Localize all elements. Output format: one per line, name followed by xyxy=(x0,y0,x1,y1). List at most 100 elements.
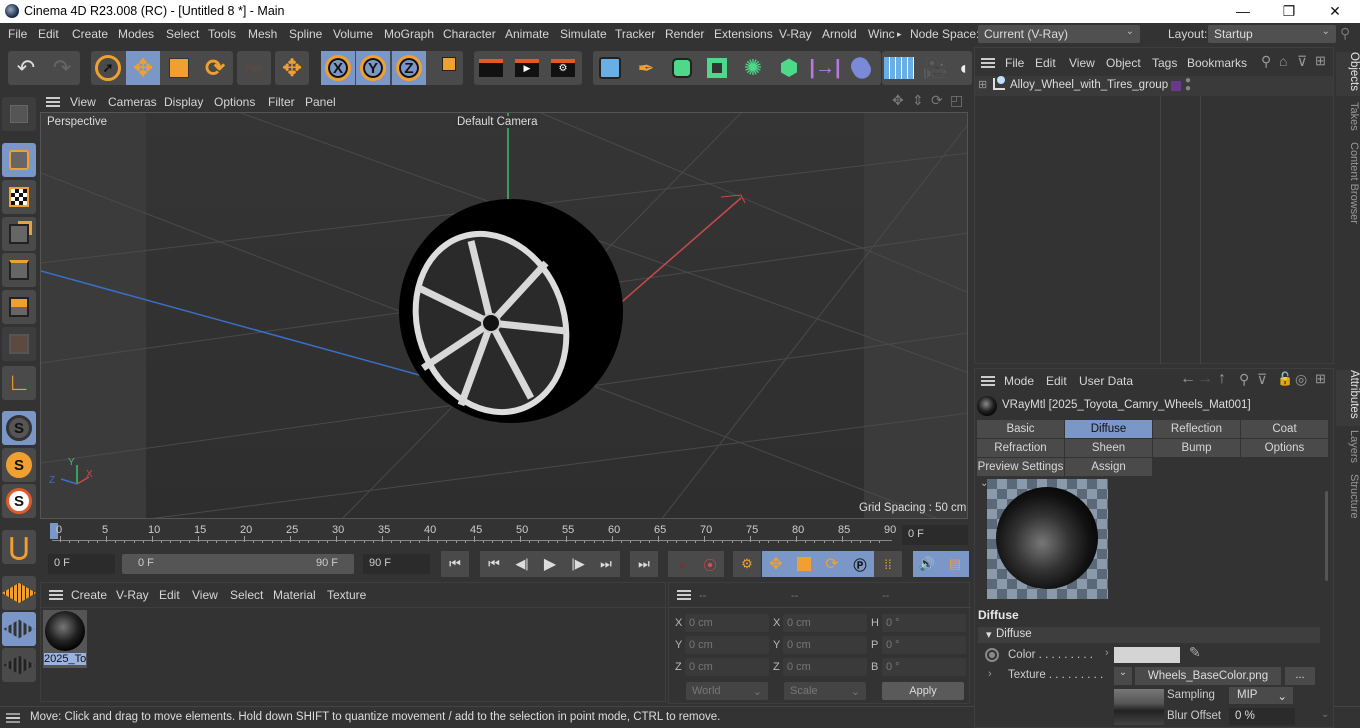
pos-y-field[interactable]: 0 cm xyxy=(685,636,769,654)
menu-animate[interactable]: Animate xyxy=(505,27,549,41)
filter-icon[interactable]: ⊽ xyxy=(1297,53,1307,70)
tab-sheen[interactable]: Sheen xyxy=(1065,439,1153,457)
new-window-icon[interactable]: ⊞ xyxy=(1315,371,1326,387)
mograph-fracture-button[interactable]: ⬢ xyxy=(772,51,806,85)
snap-button[interactable]: S xyxy=(2,411,36,445)
extrude-button[interactable] xyxy=(700,51,734,85)
go-to-last-frame-button[interactable]: ⏭ xyxy=(592,551,620,577)
material-menu-vray[interactable]: V-Ray xyxy=(116,588,149,602)
move-tool-button[interactable]: ✥ xyxy=(126,51,160,85)
menu-extensions[interactable]: Extensions xyxy=(714,27,773,41)
subdivision-surface-button[interactable] xyxy=(665,51,699,85)
objects-menu-edit[interactable]: Edit xyxy=(1035,56,1056,70)
field-button[interactable] xyxy=(844,51,878,85)
size-y-field[interactable]: 0 cm xyxy=(783,636,867,654)
menu-select[interactable]: Select xyxy=(166,27,199,41)
objects-menu-view[interactable]: View xyxy=(1069,56,1095,70)
key-rotation-button[interactable]: ⟳ xyxy=(818,551,846,577)
viewport-menu-filter[interactable]: Filter xyxy=(268,95,295,109)
points-mode-button[interactable] xyxy=(2,217,36,251)
hamburger-menu-icon[interactable] xyxy=(981,376,995,386)
camera-button[interactable]: 🎥 xyxy=(918,51,952,85)
menu-mesh[interactable]: Mesh xyxy=(248,27,277,41)
tab-basic[interactable]: Basic xyxy=(977,420,1065,438)
key-parameter-button[interactable]: Ⓟ xyxy=(846,551,874,577)
forward-arrow-icon[interactable]: → xyxy=(1197,370,1213,388)
mograph-cloner-button[interactable]: ✺ xyxy=(736,51,770,85)
layer-color-swatch[interactable] xyxy=(1171,81,1181,91)
light-button[interactable]: ◖ xyxy=(954,51,972,85)
texture-dropdown-button[interactable]: ⌄ xyxy=(1114,667,1132,685)
key-point-level-button[interactable]: ⁞⁞ xyxy=(874,551,902,577)
menu-render[interactable]: Render xyxy=(665,27,704,41)
search-icon[interactable]: ⚲ xyxy=(1261,53,1271,70)
tab-refraction[interactable]: Refraction xyxy=(977,439,1065,457)
menu-tools[interactable]: Tools xyxy=(208,27,236,41)
y-axis-lock-button[interactable]: Y xyxy=(356,51,390,85)
home-icon[interactable]: ⌂ xyxy=(1279,53,1287,69)
color-animate-radio-icon[interactable] xyxy=(985,648,999,662)
go-to-first-frame-button[interactable]: ⏮ xyxy=(480,551,508,577)
autokeying-button[interactable]: ⦿ xyxy=(696,551,724,577)
back-arrow-icon[interactable]: ← xyxy=(1180,370,1196,388)
model-mode-button[interactable] xyxy=(2,143,36,177)
axis-mode-button[interactable]: ∟ xyxy=(2,366,36,400)
target-icon[interactable]: ◎ xyxy=(1295,371,1307,388)
key-position-button[interactable]: ✥ xyxy=(762,551,790,577)
tab-options[interactable]: Options xyxy=(1241,439,1329,457)
go-to-start-button[interactable]: ⏮ xyxy=(441,551,469,577)
polygons-mode-button[interactable] xyxy=(2,290,36,324)
tab-diffuse[interactable]: Diffuse xyxy=(1065,420,1153,438)
tab-bump[interactable]: Bump xyxy=(1153,439,1241,457)
play-button[interactable]: ▶ xyxy=(536,551,564,577)
filter-icon[interactable]: ⊽ xyxy=(1257,371,1267,388)
tab-coat[interactable]: Coat xyxy=(1241,420,1329,438)
texture-browse-button[interactable]: ... xyxy=(1285,667,1315,685)
attributes-menu-user-data[interactable]: User Data xyxy=(1079,374,1133,388)
rotate-tool-button[interactable]: ⟳ xyxy=(198,51,232,85)
new-window-icon[interactable]: ⊞ xyxy=(1315,53,1326,69)
material-menu-material[interactable]: Material xyxy=(273,588,316,602)
maximize-view-icon[interactable]: ◰ xyxy=(950,92,963,109)
object-name[interactable]: Alloy_Wheel_with_Tires_group xyxy=(1010,79,1168,91)
expand-chevron-icon[interactable]: › xyxy=(988,668,992,680)
menu-overflow-arrow-icon[interactable]: ▸ xyxy=(897,29,902,40)
coordinate-system-button[interactable] xyxy=(428,51,462,85)
transform-tool-button[interactable]: ✥ xyxy=(275,51,309,85)
menu-modes[interactable]: Modes xyxy=(118,27,154,41)
locked-workplane-button[interactable] xyxy=(2,612,36,646)
visibility-dots-icon[interactable]: ● ● xyxy=(1185,76,1191,94)
previous-frame-button[interactable]: ◀| xyxy=(508,551,536,577)
menu-tracker[interactable]: Tracker xyxy=(615,27,655,41)
viewport-menu-options[interactable]: Options xyxy=(214,95,255,109)
object-row[interactable]: ⊞ Alloy_Wheel_with_Tires_group ● ● xyxy=(975,76,1333,96)
go-to-end-button[interactable]: ⏭ xyxy=(630,551,658,577)
tab-takes[interactable]: Takes xyxy=(1336,102,1360,138)
next-frame-button[interactable]: |▶ xyxy=(564,551,592,577)
sampling-dropdown[interactable]: MIP ⌄ xyxy=(1229,687,1293,704)
material-menu-select[interactable]: Select xyxy=(230,588,263,602)
minimize-button[interactable]: — xyxy=(1220,0,1266,23)
render-settings-button[interactable]: ⚙ xyxy=(546,51,580,85)
objects-menu-tags[interactable]: Tags xyxy=(1152,56,1177,70)
menu-window[interactable]: Winc xyxy=(868,27,895,41)
uv-mode-button[interactable] xyxy=(2,327,36,361)
search-icon[interactable]: ⚲ xyxy=(1340,25,1350,42)
magnet-button[interactable]: ⋃ xyxy=(2,530,36,564)
render-picture-viewer-button[interactable]: ▶ xyxy=(510,51,544,85)
expand-chevron-icon[interactable]: › xyxy=(1105,647,1109,659)
cube-object-button[interactable] xyxy=(593,51,627,85)
menu-spline[interactable]: Spline xyxy=(289,27,322,41)
viewport-menu-view[interactable]: View xyxy=(70,95,96,109)
workplane-button[interactable] xyxy=(2,576,36,610)
color-swatch[interactable] xyxy=(1114,647,1180,663)
redo-button[interactable]: ↷ xyxy=(45,51,79,85)
psr-lock-button[interactable]: PSR xyxy=(237,51,271,85)
attributes-scrollbar[interactable] xyxy=(1325,491,1328,581)
perspective-viewport[interactable]: Perspective Default Camera Y X Z Grid Sp… xyxy=(40,112,968,519)
node-space-dropdown[interactable]: Current (V-Ray) ⌄ xyxy=(978,25,1140,43)
material-menu-edit[interactable]: Edit xyxy=(159,588,180,602)
timeline-button[interactable]: ▤ xyxy=(941,551,969,577)
make-editable-button[interactable] xyxy=(2,97,36,131)
texture-mode-button[interactable] xyxy=(2,180,36,214)
